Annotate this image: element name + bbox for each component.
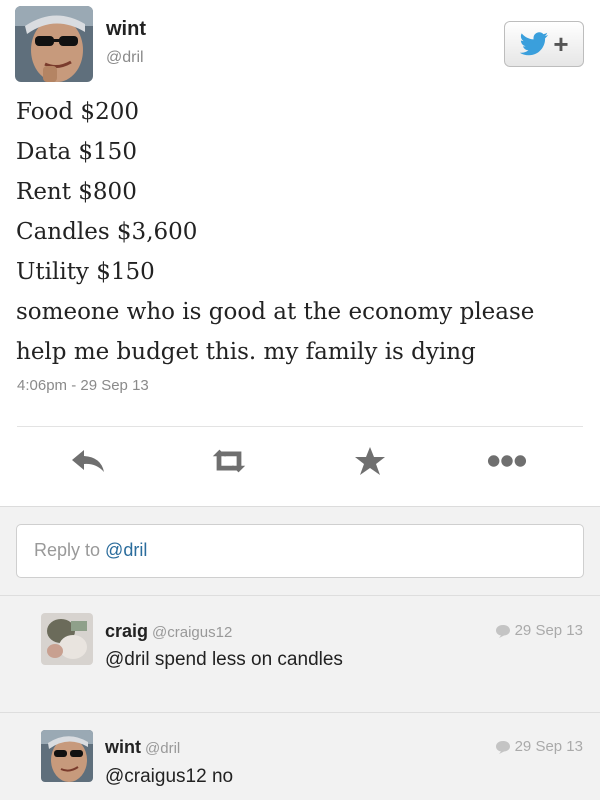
author-handle[interactable]: @dril — [106, 49, 144, 67]
reply-author-name[interactable]: craig — [105, 621, 148, 641]
reply-button[interactable] — [68, 445, 108, 477]
reply-text: @craigus12 no — [105, 766, 234, 787]
more-button[interactable] — [487, 445, 527, 477]
reply-icon — [72, 450, 104, 472]
follow-button[interactable]: + — [504, 21, 584, 67]
tweet-line: Rent $800 — [16, 179, 137, 205]
divider — [17, 426, 583, 427]
tweet-line: Food $200 — [16, 99, 139, 125]
reply-time-label: 29 Sep 13 — [514, 622, 583, 639]
tweet-line: Utility $150 — [16, 259, 155, 285]
reply-author: wint @dril — [105, 737, 180, 758]
retweet-button[interactable] — [209, 445, 249, 477]
tweet-line: someone who is good at the economy pleas… — [16, 299, 535, 325]
speech-bubble-icon — [495, 740, 510, 754]
tweet-text: Food $200 Data $150 Rent $800 Candles $3… — [16, 92, 591, 372]
tweet-timestamp[interactable]: 4:06pm - 29 Sep 13 — [17, 377, 149, 394]
reply-timestamp[interactable]: 29 Sep 13 — [495, 738, 583, 755]
reply-author: craig @craigus12 — [105, 621, 232, 642]
reply-author-handle[interactable]: @craigus12 — [152, 624, 232, 641]
reply-time-label: 29 Sep 13 — [514, 738, 583, 755]
author-name[interactable]: wint — [106, 18, 146, 41]
reply-author-name[interactable]: wint — [105, 737, 141, 757]
avatar[interactable] — [41, 730, 93, 782]
divider — [0, 595, 600, 596]
more-icon — [487, 455, 527, 467]
reply-text: @dril spend less on candles — [105, 649, 343, 670]
reply-input[interactable]: Reply to @dril — [16, 524, 584, 578]
avatar[interactable] — [15, 6, 93, 82]
reply-placeholder-prefix: Reply to — [34, 540, 106, 560]
tweet-card: wint @dril + Food $200 Data $150 Rent $8… — [0, 0, 600, 506]
reply-placeholder-mention: @dril — [105, 540, 148, 560]
tweet-line: Candles $3,600 — [16, 219, 198, 245]
follow-plus-label: + — [553, 29, 569, 59]
tweet-line: Data $150 — [16, 139, 137, 165]
twitter-bird-icon — [520, 32, 549, 56]
speech-bubble-icon — [495, 624, 510, 638]
replies-section: Reply to @dril craig @craigus12 @dril spe… — [0, 506, 600, 800]
reply-author-handle[interactable]: @dril — [145, 740, 180, 757]
favorite-button[interactable] — [350, 445, 390, 477]
reply-item[interactable]: wint @dril @craigus12 no 29 Sep 13 — [0, 713, 600, 800]
favorite-icon — [355, 447, 385, 475]
tweet-line: help me budget this. my family is dying — [16, 339, 476, 365]
retweet-icon — [212, 449, 246, 473]
reply-item[interactable]: craig @craigus12 @dril spend less on cand… — [0, 597, 600, 697]
avatar[interactable] — [41, 613, 93, 665]
reply-timestamp[interactable]: 29 Sep 13 — [495, 622, 583, 639]
